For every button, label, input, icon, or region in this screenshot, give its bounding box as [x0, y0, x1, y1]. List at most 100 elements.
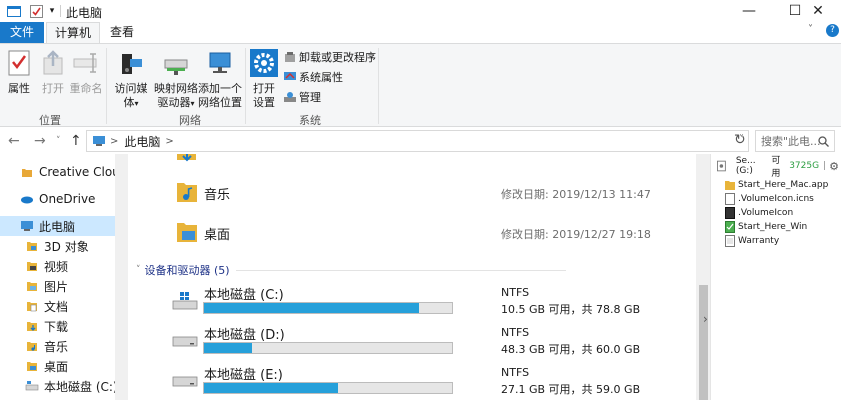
folder-date: 修改日期: 2019/12/13 11:47 [501, 186, 651, 202]
documents-folder-icon [27, 302, 37, 312]
scrollbar-thumb[interactable] [699, 285, 708, 400]
nav-item-label: 下载 [44, 319, 69, 334]
nav-documents[interactable]: 文档 [25, 296, 68, 316]
navigation-pane: Creative Cloud F OneDrive 此电脑 3D 对象 视频 图… [0, 154, 115, 400]
downloads-folder-icon [177, 154, 196, 162]
collapse-ribbon-icon[interactable]: ˅ [808, 24, 813, 35]
date-value: 2019/12/27 19:18 [552, 228, 651, 241]
network-location-icon [209, 52, 231, 73]
preview-item-name: .VolumeIcon [738, 208, 794, 218]
drive-free-space: 48.3 GB 可用，共 60.0 GB [501, 343, 641, 356]
folder-icon [725, 181, 735, 190]
nav-local-disk-c[interactable]: 本地磁盘 (C:) [25, 376, 115, 396]
drive-free-space: 27.1 GB 可用，共 59.0 GB [501, 383, 641, 396]
creative-cloud-icon [22, 169, 32, 177]
pictures-folder-icon [27, 282, 37, 291]
chevron-down-icon[interactable]: ˅ [136, 265, 141, 275]
nav-videos[interactable]: 视频 [25, 256, 68, 276]
uninstall-program-button[interactable]: 卸载或更改程序 [284, 49, 376, 65]
ribbon: 属性 打开 重命名 位置 访问媒体▾ 映射网络 驱动器▾ 添加一个 网络位置 网… [0, 43, 841, 127]
title-bar: ▾ 此电脑 — ☐ ✕ [0, 0, 841, 22]
up-arrow-icon[interactable]: ↑ [70, 133, 82, 149]
desktop-folder-icon [27, 362, 37, 371]
drive-row-c[interactable]: 本地磁盘 (C:) NTFS 10.5 GB 可用，共 78.8 GB [146, 283, 691, 323]
breadcrumb-separator[interactable]: > [110, 136, 118, 147]
drive-icon [172, 336, 198, 347]
nav-item-label: Creative Cloud F [39, 165, 115, 179]
address-bar[interactable]: > 此电脑 > ˅ [86, 130, 749, 152]
tab-file[interactable]: 文件 [0, 22, 44, 43]
map-drive-label-1: 映射网络 [154, 82, 198, 95]
manage-label: 管理 [299, 91, 321, 104]
nav-creative-cloud[interactable]: Creative Cloud F [20, 162, 115, 182]
this-pc-icon [93, 136, 105, 146]
date-label: 修改日期: [501, 228, 549, 241]
nav-music[interactable]: 音乐 [25, 336, 68, 356]
nav-item-label: 本地磁盘 (C:) [44, 379, 115, 394]
preview-item[interactable]: .VolumeIcon.icns [725, 192, 814, 206]
network-group-label: 网络 [179, 114, 201, 127]
preview-item[interactable]: .VolumeIcon [725, 206, 793, 220]
preview-item[interactable]: Start_Here_Win [725, 220, 807, 234]
onedrive-icon [21, 196, 33, 204]
drive-usage-bar [203, 342, 453, 354]
open-button[interactable]: 打开 [38, 48, 68, 96]
drive-filesystem: NTFS [501, 286, 530, 299]
nav-item-label: 音乐 [44, 339, 69, 354]
forward-arrow-icon[interactable]: → [34, 133, 46, 149]
drive-row-e[interactable]: 本地磁盘 (E:) NTFS 27.1 GB 可用，共 59.0 GB [146, 363, 691, 400]
address-row: ← → ˅ ↑ > 此电脑 > ˅ ↻ 搜索"此电... [0, 128, 841, 154]
help-icon[interactable]: ? [826, 24, 839, 37]
tab-view[interactable]: 查看 [104, 22, 140, 43]
rename-button[interactable]: 重命名 [68, 48, 104, 96]
refresh-icon[interactable]: ↻ [734, 132, 746, 148]
preview-item[interactable]: Start_Here_Mac.app [725, 178, 828, 192]
nav-pane-scrollbar[interactable] [115, 154, 128, 400]
map-network-drive-button[interactable]: 映射网络 驱动器▾ [154, 48, 198, 111]
open-label: 打开 [42, 82, 64, 95]
tab-computer[interactable]: 计算机 [46, 22, 100, 43]
nav-downloads[interactable]: 下载 [25, 316, 68, 336]
recent-locations-chevron-icon[interactable]: ˅ [56, 136, 61, 146]
manage-button[interactable]: 管理 [284, 89, 321, 105]
gear-icon[interactable]: ⚙ [829, 160, 839, 173]
nav-onedrive[interactable]: OneDrive [20, 189, 95, 209]
nav-desktop[interactable]: 桌面 [25, 356, 68, 376]
nav-this-pc[interactable]: 此电脑 [0, 216, 115, 236]
properties-icon [8, 50, 30, 76]
folder-row-desktop[interactable]: 桌面 修改日期: 2019/12/27 19:18 [146, 214, 691, 250]
ribbon-tabs: 文件 计算机 查看 ˅ ? [0, 22, 841, 43]
drive-row-d[interactable]: 本地磁盘 (D:) NTFS 48.3 GB 可用，共 60.0 GB [146, 323, 691, 363]
quick-access-dropdown-icon[interactable]: ▾ [44, 3, 60, 19]
nav-item-label: 3D 对象 [44, 239, 89, 254]
nav-pictures[interactable]: 图片 [25, 276, 68, 296]
add-network-location-button[interactable]: 添加一个 网络位置 [198, 48, 242, 110]
search-input[interactable]: 搜索"此电... [755, 130, 835, 152]
preview-item[interactable]: Warranty [725, 234, 779, 248]
drive-usage-fill [204, 383, 339, 393]
properties-button[interactable]: 属性 [4, 48, 34, 96]
close-button[interactable]: ✕ [795, 0, 841, 22]
preview-drive-name: Se...(G:) [735, 156, 756, 176]
drive-name: 本地磁盘 (D:) [204, 328, 285, 343]
back-arrow-icon[interactable]: ← [8, 133, 20, 149]
breadcrumb-separator[interactable]: > [165, 136, 173, 147]
nav-item-label: 视频 [44, 259, 69, 274]
section-divider [235, 269, 566, 271]
nav-3d-objects[interactable]: 3D 对象 [25, 236, 89, 256]
devices-section-label: 设备和驱动器 (5) [144, 264, 230, 277]
system-properties-button[interactable]: 系统属性 [284, 69, 343, 85]
preview-item-name: Start_Here_Mac.app [738, 180, 829, 190]
file-icon [725, 235, 735, 247]
access-media-button[interactable]: 访问媒体▾ [110, 48, 152, 111]
properties-quick-icon[interactable] [28, 3, 44, 19]
devices-section-header[interactable]: ˅ 设备和驱动器 (5) [136, 262, 566, 278]
open-settings-button[interactable]: 打开 设置 [249, 48, 279, 110]
folder-row-music[interactable]: 音乐 修改日期: 2019/12/13 11:47 [146, 174, 691, 210]
group-separator [106, 48, 107, 124]
system-group-label: 系统 [299, 114, 321, 127]
minimize-button[interactable]: — [726, 0, 772, 22]
breadcrumb-this-pc[interactable]: 此电脑 [124, 133, 160, 150]
preview-item-name: Warranty [738, 236, 780, 246]
chevron-right-icon[interactable]: › [703, 312, 708, 326]
